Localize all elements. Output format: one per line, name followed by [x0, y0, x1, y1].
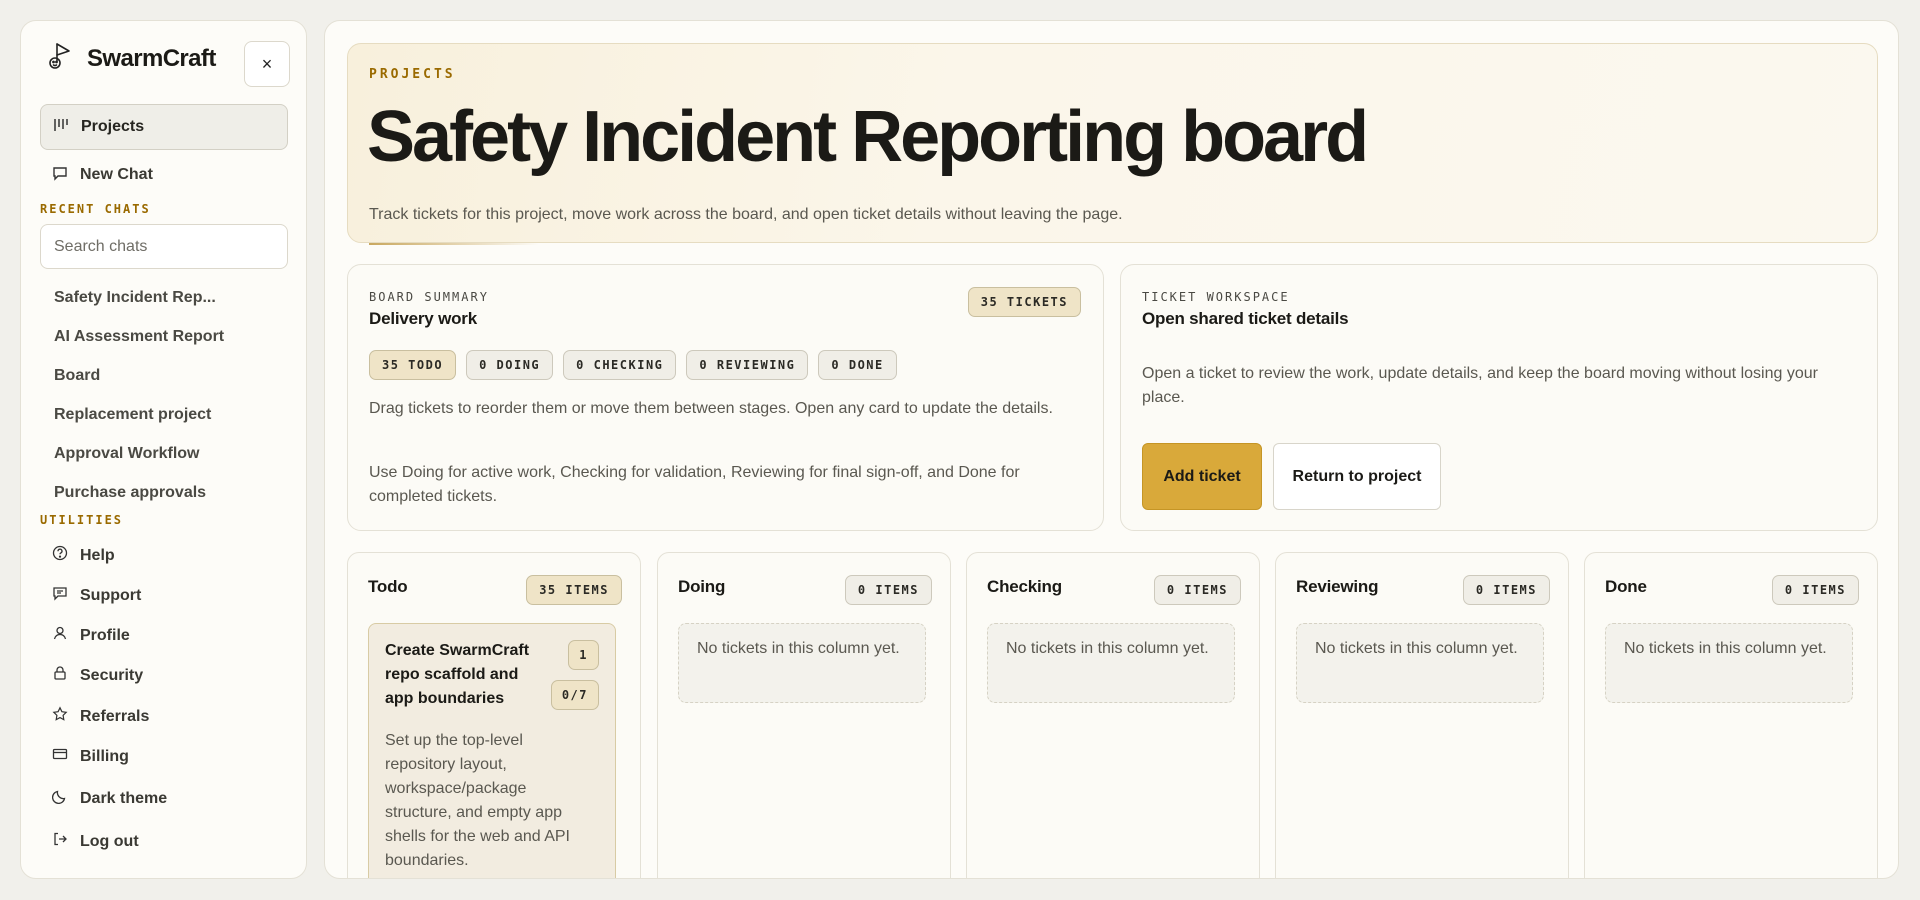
ticket-workspace-panel: TICKET WORKSPACE Open shared ticket deta… — [1120, 264, 1878, 531]
column-title: Doing — [678, 577, 726, 596]
project-hero: PROJECTS Safety Incident Reporting board… — [347, 43, 1878, 245]
chat-item[interactable]: Purchase approvals — [54, 476, 286, 515]
chat-item[interactable]: Approval Workflow — [54, 437, 286, 476]
empty-column-message: No tickets in this column yet. — [1296, 623, 1544, 703]
stage-count-checking: 0 CHECKING — [563, 350, 677, 380]
recent-chats-heading: RECENT CHATS — [40, 202, 151, 216]
logout-icon — [52, 831, 68, 852]
util-dark-theme-label: Dark theme — [80, 789, 168, 807]
util-log-out-label: Log out — [80, 832, 139, 850]
util-help[interactable]: Help — [52, 545, 115, 566]
lock-icon — [52, 665, 68, 686]
util-security[interactable]: Security — [52, 665, 143, 686]
credit-card-icon — [52, 746, 68, 767]
util-referrals-label: Referrals — [80, 707, 150, 725]
empty-column-message: No tickets in this column yet. — [987, 623, 1235, 703]
ticket-workspace-title: Open shared ticket details — [1142, 309, 1349, 328]
add-ticket-button[interactable]: Add ticket — [1142, 443, 1262, 510]
hero-eyebrow: PROJECTS — [369, 67, 456, 82]
ticket-title: Create SwarmCraft repo scaffold and app … — [385, 642, 530, 707]
chat-bubble-icon — [52, 165, 68, 186]
util-profile-label: Profile — [80, 626, 130, 644]
close-sidebar-button[interactable]: × — [244, 41, 290, 87]
board-summary-kicker: BOARD SUMMARY — [369, 290, 489, 304]
ticket-workspace-kicker: TICKET WORKSPACE — [1142, 290, 1290, 304]
nav-projects[interactable]: Projects — [40, 104, 288, 150]
ticket-description: Set up the top-level repository layout, … — [385, 732, 570, 869]
nav-new-chat-label: New Chat — [80, 166, 153, 183]
nav-new-chat[interactable]: New Chat — [40, 152, 288, 198]
summary-paragraph-1: Drag tickets to reorder them or move the… — [369, 400, 1053, 417]
summary-paragraph-2: Use Doing for active work, Checking for … — [369, 464, 1020, 505]
return-to-project-button[interactable]: Return to project — [1273, 443, 1441, 510]
empty-column-message: No tickets in this column yet. — [678, 623, 926, 703]
util-security-label: Security — [80, 666, 144, 684]
swarmcraft-logo-icon — [47, 41, 77, 76]
board-summary-panel: BOARD SUMMARY Delivery work 35 TICKETS 3… — [347, 264, 1104, 531]
utilities-heading: UTILITIES — [40, 513, 124, 527]
support-chat-icon — [52, 585, 68, 606]
util-help-label: Help — [80, 546, 115, 564]
stage-count-done: 0 DONE — [818, 350, 897, 380]
hero-divider — [369, 243, 539, 245]
column-checking: Checking 0 ITEMS No tickets in this colu… — [966, 552, 1260, 878]
util-support-label: Support — [80, 586, 142, 604]
util-billing[interactable]: Billing — [52, 746, 129, 767]
board-summary-title: Delivery work — [369, 309, 477, 328]
column-count-badge: 0 ITEMS — [1153, 575, 1241, 605]
column-reviewing: Reviewing 0 ITEMS No tickets in this col… — [1275, 552, 1569, 878]
search-chats-input[interactable] — [40, 224, 288, 269]
stage-count-reviewing: 0 REVIEWING — [686, 350, 809, 380]
empty-column-message: No tickets in this column yet. — [1605, 623, 1853, 703]
column-title: Todo — [368, 577, 408, 596]
chat-item[interactable]: Replacement project — [54, 398, 286, 437]
ticket-id-badge: 1 — [568, 640, 599, 670]
nav-projects-label: Projects — [81, 118, 145, 135]
recent-chats-list: Safety Incident Rep... AI Assessment Rep… — [54, 281, 286, 515]
hero-description: Track tickets for this project, move wor… — [369, 206, 1123, 223]
column-doing: Doing 0 ITEMS No tickets in this column … — [657, 552, 951, 878]
column-count-badge: 0 ITEMS — [1462, 575, 1550, 605]
ticket-card[interactable]: Create SwarmCraft repo scaffold and app … — [368, 623, 616, 878]
ticket-count-badge: 35 TICKETS — [967, 287, 1081, 317]
util-dark-theme[interactable]: Dark theme — [52, 788, 167, 809]
util-billing-label: Billing — [80, 747, 129, 765]
column-title: Done — [1605, 577, 1647, 596]
sidebar: SwarmCraft × Projects New Chat RECENT CH… — [20, 20, 307, 879]
user-icon — [52, 625, 68, 646]
util-support[interactable]: Support — [52, 585, 141, 606]
stage-count-row: 35 TODO 0 DOING 0 CHECKING 0 REVIEWING 0… — [369, 350, 897, 380]
help-circle-icon — [52, 545, 68, 566]
ticket-progress-badge: 0/7 — [550, 680, 599, 710]
chat-item[interactable]: Safety Incident Rep... — [54, 281, 286, 320]
ticket-workspace-paragraph: Open a ticket to review the work, update… — [1142, 365, 1818, 406]
column-title: Checking — [987, 577, 1062, 596]
star-icon — [52, 706, 68, 727]
util-profile[interactable]: Profile — [52, 625, 130, 646]
util-log-out[interactable]: Log out — [52, 831, 139, 852]
column-count-badge: 0 ITEMS — [1771, 575, 1859, 605]
main-content: PROJECTS Safety Incident Reporting board… — [324, 20, 1899, 879]
page-title: Safety Incident Reporting board — [367, 97, 1369, 177]
kanban-icon — [53, 117, 69, 138]
brand-name: SwarmCraft — [87, 44, 216, 72]
chat-item[interactable]: AI Assessment Report — [54, 320, 286, 359]
close-icon: × — [261, 53, 273, 74]
column-count-badge: 0 ITEMS — [844, 575, 932, 605]
column-todo: Todo 35 ITEMS Create SwarmCraft repo sca… — [347, 552, 641, 878]
stage-count-doing: 0 DOING — [466, 350, 554, 380]
column-title: Reviewing — [1296, 577, 1379, 596]
column-done: Done 0 ITEMS No tickets in this column y… — [1584, 552, 1878, 878]
util-referrals[interactable]: Referrals — [52, 706, 149, 727]
brand[interactable]: SwarmCraft — [47, 41, 216, 76]
stage-count-todo: 35 TODO — [369, 350, 457, 380]
moon-icon — [52, 788, 68, 809]
chat-item[interactable]: Board — [54, 359, 286, 398]
column-count-badge: 35 ITEMS — [526, 575, 622, 605]
